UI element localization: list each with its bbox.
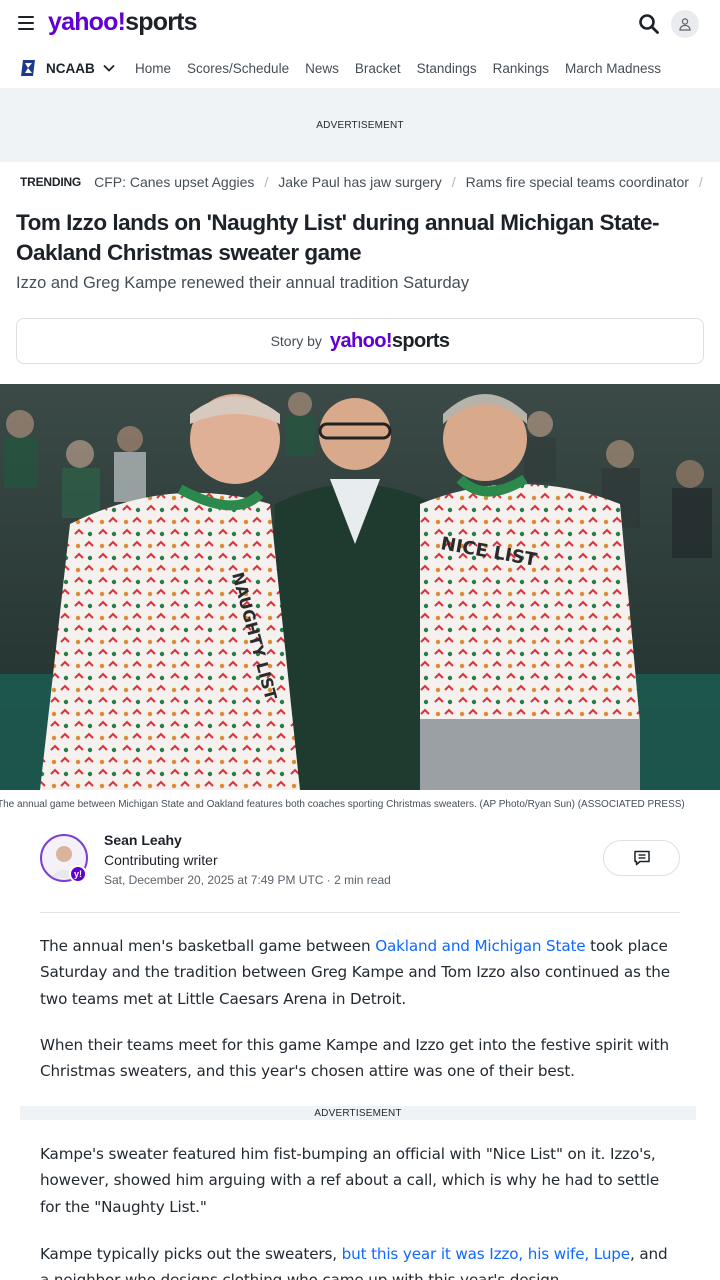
story-by-banner[interactable]: Story by yahoo!sports: [16, 318, 704, 364]
story-by-label: Story by: [270, 333, 322, 349]
article-headline: Tom Izzo lands on 'Naughty List' during …: [16, 210, 660, 265]
trending-label: TRENDING: [20, 175, 82, 189]
trending-separator: /: [451, 174, 456, 190]
article-paragraph: Kampe typically picks out the sweaters, …: [40, 1245, 668, 1280]
search-icon[interactable]: [637, 12, 661, 36]
yahoo-badge-icon: y!: [69, 865, 87, 883]
account-button[interactable]: [671, 10, 699, 38]
publish-date: Sat, December 20, 2025 at 7:49 PM UTC: [104, 873, 324, 887]
nav-item-bracket[interactable]: Bracket: [355, 61, 401, 76]
story-by-logo: yahoo!sports: [329, 329, 450, 352]
user-icon: [679, 18, 691, 31]
comments-button[interactable]: [603, 840, 680, 876]
author-name[interactable]: Sean Leahy: [104, 832, 182, 848]
trending-bar: TRENDING CFP: Canes upset Aggies / Jake …: [20, 174, 713, 190]
author-role: Contributing writer: [104, 852, 218, 868]
chevron-down-icon: [103, 64, 115, 72]
league-selector[interactable]: NCAAB: [20, 58, 115, 78]
league-nav: NCAAB Home Scores/Schedule News Bracket …: [0, 50, 720, 88]
trending-link[interactable]: Rams fire special teams coordinator: [466, 174, 689, 190]
read-time: 2 min read: [334, 873, 391, 887]
advertisement-inline[interactable]: ADVERTISEMENT: [20, 1106, 696, 1120]
trending-separator: /: [264, 174, 269, 190]
nav-item-scores-schedule[interactable]: Scores/Schedule: [187, 61, 289, 76]
comment-icon: [633, 850, 650, 866]
trending-separator: /: [698, 174, 703, 190]
article-hero-image[interactable]: NAUGHTY LIST NICE LIST: [0, 384, 720, 790]
image-caption: The annual game between Michigan State a…: [0, 799, 685, 810]
logo-suffix-text: sports: [125, 8, 197, 36]
nav-item-rankings[interactable]: Rankings: [493, 61, 549, 76]
ncaab-logo-icon: [21, 60, 35, 76]
league-name: NCAAB: [46, 60, 95, 76]
article-meta: Sat, December 20, 2025 at 7:49 PM UTC · …: [104, 873, 391, 887]
advertisement-banner[interactable]: ADVERTISEMENT: [0, 88, 720, 162]
nav-item-march-madness[interactable]: March Madness: [565, 61, 661, 76]
trending-link[interactable]: Jake Paul has jaw surgery: [278, 174, 441, 190]
article-subheadline: Izzo and Greg Kampe renewed their annual…: [16, 274, 470, 292]
article-paragraph: When their teams meet for this game Kamp…: [40, 1036, 669, 1081]
nav-item-standings[interactable]: Standings: [417, 61, 477, 76]
nav-item-home[interactable]: Home: [135, 61, 171, 76]
logo-main-text: yahoo!: [48, 8, 126, 36]
nav-items: Home Scores/Schedule News Bracket Standi…: [135, 61, 677, 76]
top-bar: yahoo!sports: [0, 0, 720, 50]
article-link[interactable]: but this year it was Izzo, his wife, Lup…: [342, 1245, 631, 1263]
article-link[interactable]: Oakland and Michigan State: [375, 937, 585, 955]
article-paragraph: The annual men's basketball game between…: [40, 937, 670, 1008]
divider: [40, 912, 680, 913]
nav-item-news[interactable]: News: [305, 61, 339, 76]
article-paragraph: Kampe's sweater featured him fist-bumpin…: [40, 1145, 660, 1216]
yahoo-sports-logo[interactable]: yahoo!sports: [48, 8, 198, 37]
menu-icon[interactable]: [18, 16, 34, 30]
trending-link[interactable]: CFP: Canes upset Aggies: [94, 174, 254, 190]
